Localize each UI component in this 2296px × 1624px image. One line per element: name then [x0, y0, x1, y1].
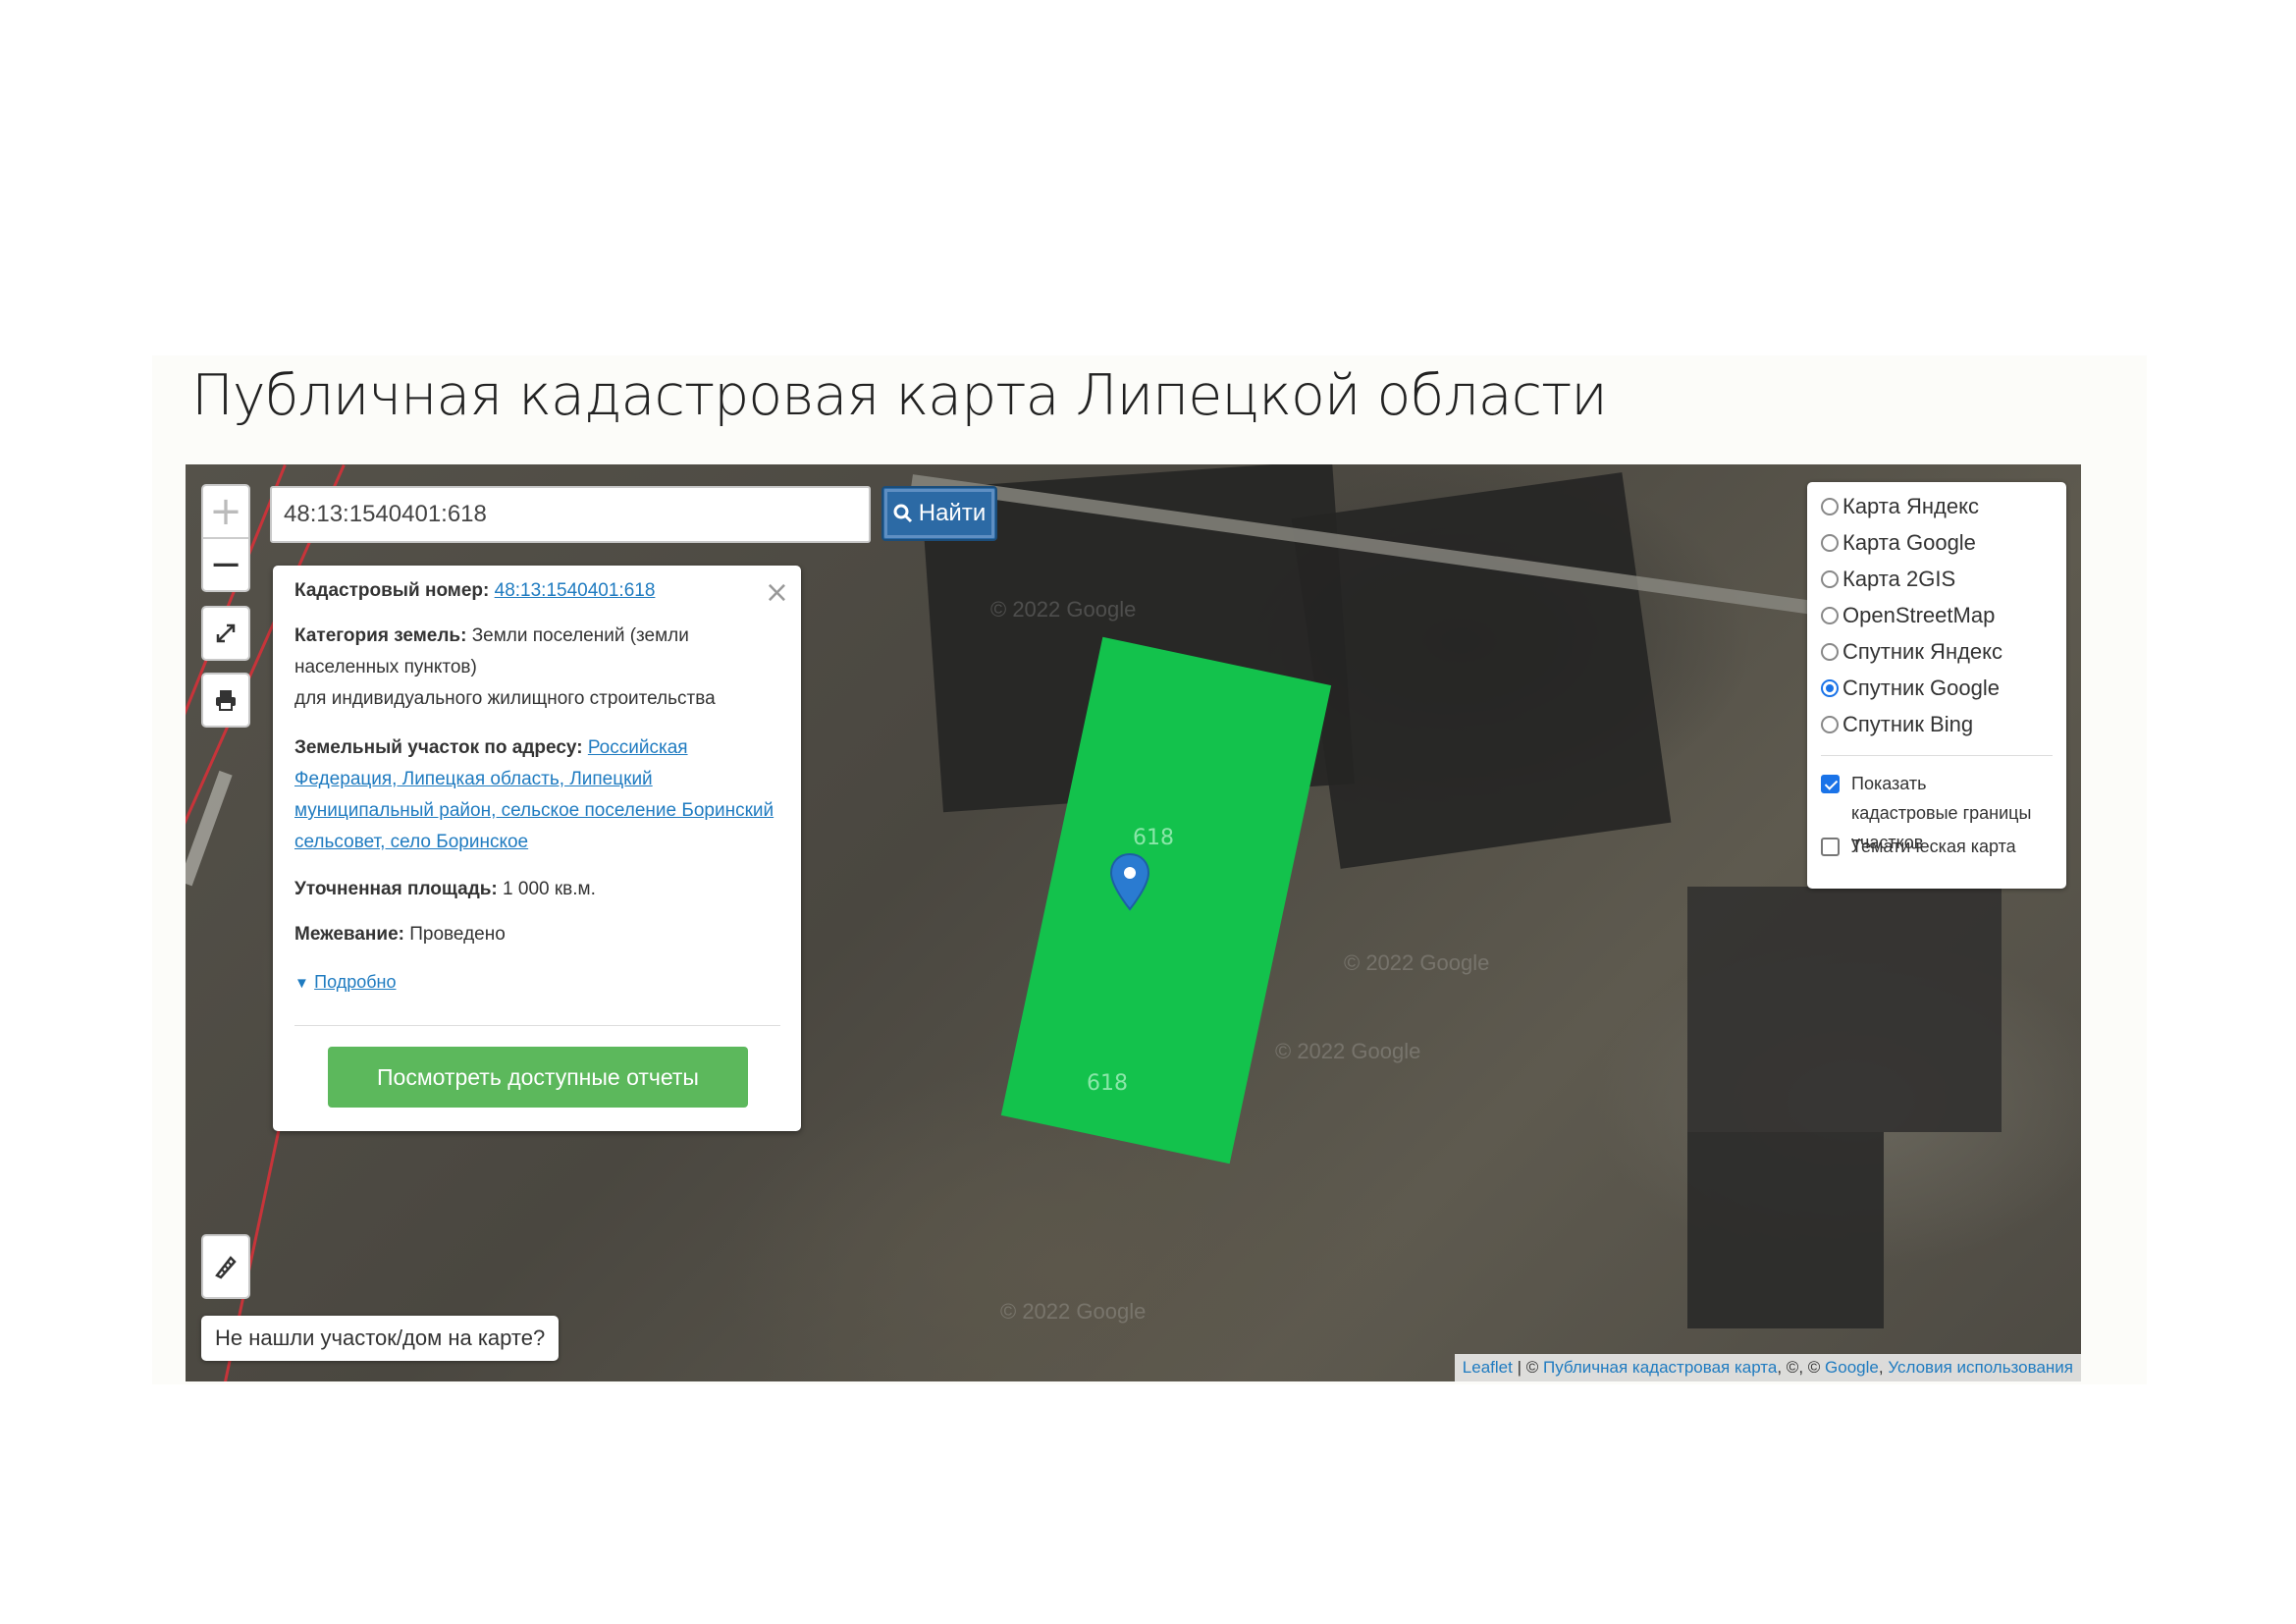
layer-option-label: Карта Яндекс [1842, 494, 1979, 518]
print-button[interactable] [201, 673, 250, 728]
attribution-separator: | © [1512, 1358, 1543, 1377]
layer-option-label: Карта Google [1842, 530, 1976, 555]
layer-option[interactable]: Карта Яндекс [1821, 494, 1979, 519]
layer-separator [1821, 755, 2053, 756]
view-reports-button[interactable]: Посмотреть доступные отчеты [328, 1047, 748, 1108]
cadastral-search-input[interactable]: 48:13:1540401:618 [270, 486, 871, 543]
page-title: Публичная кадастровая карта Липецкой обл… [191, 363, 1608, 428]
zoom-out-button[interactable]: − [203, 539, 248, 590]
layer-option[interactable]: Карта Google [1821, 530, 1976, 556]
attribution-separator: , [1878, 1358, 1889, 1377]
cadastral-number-label: Кадастровый номер: [294, 580, 490, 601]
address-row: Земельный участок по адресу: Российская … [294, 732, 780, 858]
map-watermark: © 2022 Google [990, 597, 1137, 622]
attribution-separator: , ©, © [1777, 1358, 1826, 1377]
cadastral-number-link[interactable]: 48:13:1540401:618 [495, 580, 656, 601]
area-row: Уточненная площадь: 1 000 кв.м. [294, 874, 780, 905]
cadastral-number-row: Кадастровый номер: 48:13:1540401:618 [294, 575, 780, 607]
layer-switcher: Карта Яндекс Карта Google Карта 2GIS OpenSt… [1807, 482, 2066, 889]
map-view[interactable]: © 2022 Google © 2022 Google © 2022 Googl… [186, 464, 2081, 1381]
zoom-in-button[interactable]: + [203, 486, 248, 537]
overlay-option[interactable]: Тематическая карта [1821, 832, 2037, 861]
layer-option-label: OpenStreetMap [1842, 603, 1996, 627]
details-link[interactable]: Подробно [314, 972, 396, 992]
caret-down-icon: ▼ [294, 975, 309, 992]
layer-option-label: Спутник Google [1842, 676, 2000, 700]
popup-divider [294, 1025, 780, 1026]
parcel-number-label: 618 [1133, 826, 1174, 850]
parcel-number-label: 618 [1087, 1071, 1128, 1096]
search-button-label: Найти [918, 500, 987, 526]
radio-button[interactable] [1821, 534, 1839, 552]
expand-icon [216, 623, 236, 643]
address-label: Земельный участок по адресу: [294, 737, 583, 758]
survey-value: Проведено [409, 924, 506, 945]
land-category-label: Категория земель: [294, 625, 467, 646]
dark-field [1291, 472, 1672, 869]
checkbox[interactable] [1821, 838, 1840, 856]
layer-option[interactable]: Спутник Bing [1821, 712, 1973, 737]
land-usage-value: для индивидуального жилищного строительс… [294, 688, 716, 709]
radio-button[interactable] [1821, 607, 1839, 624]
fullscreen-button[interactable] [201, 606, 250, 661]
map-watermark: © 2022 Google [1000, 1299, 1147, 1324]
checkbox[interactable] [1821, 775, 1840, 793]
search-icon [893, 504, 912, 523]
details-row: ▼ Подробно [294, 966, 780, 1000]
not-found-button[interactable]: Не нашли участок/дом на карте? [201, 1316, 560, 1361]
map-watermark: © 2022 Google [1275, 1039, 1421, 1063]
map-attribution: Leaflet | © Публичная кадастровая карта,… [1454, 1354, 2081, 1381]
area-value: 1 000 кв.м. [503, 879, 596, 899]
radio-button[interactable] [1821, 643, 1839, 661]
layer-option[interactable]: Спутник Google [1821, 676, 2000, 701]
survey-label: Межевание: [294, 924, 404, 945]
location-pin-icon[interactable] [1108, 852, 1151, 911]
dark-field [1687, 887, 2002, 1132]
radio-button[interactable] [1821, 716, 1839, 733]
survey-row: Межевание: Проведено [294, 919, 780, 950]
radio-button[interactable] [1821, 679, 1839, 697]
layer-option-label: Спутник Bing [1842, 712, 1974, 736]
overlay-option-label: Тематическая карта [1851, 837, 2016, 856]
layer-option[interactable]: Спутник Яндекс [1821, 639, 2002, 665]
terms-link[interactable]: Условия использования [1888, 1358, 2073, 1377]
layer-option[interactable]: OpenStreetMap [1821, 603, 1995, 628]
layer-option-label: Спутник Яндекс [1842, 639, 2003, 664]
zoom-control: + − [201, 484, 250, 592]
measure-button[interactable] [201, 1234, 250, 1299]
pkk-link[interactable]: Публичная кадастровая карта [1543, 1358, 1777, 1377]
printer-icon [216, 690, 236, 711]
google-link[interactable]: Google [1825, 1358, 1879, 1377]
parcel-info-popup: × Кадастровый номер: 48:13:1540401:618 К… [273, 566, 801, 1131]
ruler-icon [215, 1256, 237, 1279]
search-button[interactable]: Найти [881, 486, 997, 541]
area-label: Уточненная площадь: [294, 879, 498, 899]
land-category-row: Категория земель: Земли поселений (земли… [294, 621, 780, 715]
road [186, 770, 233, 887]
layer-option-label: Карта 2GIS [1842, 567, 1956, 591]
dark-field [1687, 1132, 1884, 1328]
map-watermark: © 2022 Google [1344, 950, 1490, 975]
radio-button[interactable] [1821, 498, 1839, 515]
layer-option[interactable]: Карта 2GIS [1821, 567, 1955, 592]
leaflet-link[interactable]: Leaflet [1463, 1358, 1513, 1377]
radio-button[interactable] [1821, 570, 1839, 588]
